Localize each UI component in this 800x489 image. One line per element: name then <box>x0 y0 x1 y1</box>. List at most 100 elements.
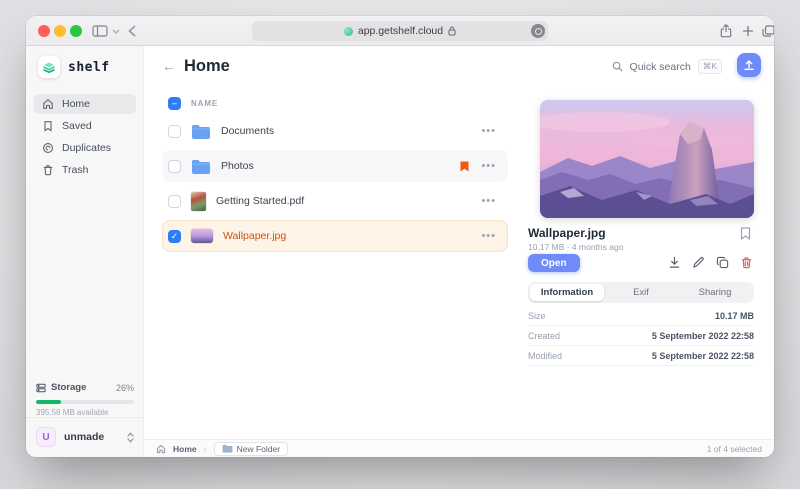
status-bar: Home › New Folder 1 of 4 selected <box>144 439 774 457</box>
edit-icon[interactable] <box>692 256 705 269</box>
info-label: Modified <box>528 350 563 361</box>
user-name: unmade <box>64 431 105 443</box>
storage-label: Storage <box>51 382 87 393</box>
storage-widget: Storage 26% 395.58 MB available <box>36 382 134 417</box>
folder-icon <box>192 159 210 174</box>
sidebar-divider <box>26 417 143 418</box>
row-menu-button[interactable]: ••• <box>481 125 496 137</box>
back-navigation-icon[interactable] <box>128 25 136 37</box>
breadcrumb-new-folder[interactable]: New Folder <box>213 441 289 456</box>
storage-progressbar <box>36 400 134 404</box>
breadcrumb-home[interactable]: Home <box>173 444 197 454</box>
file-row-wallpaper-jpg[interactable]: ✓ Wallpaper.jpg ••• <box>162 220 508 252</box>
delete-icon[interactable] <box>740 256 753 269</box>
info-value: 10.17 MB <box>714 310 754 321</box>
row-menu-button[interactable]: ••• <box>481 195 496 207</box>
search-label: Quick search <box>629 60 691 73</box>
search-icon <box>612 61 623 72</box>
breadcrumb-separator: › <box>203 443 207 454</box>
tab-exif[interactable]: Exif <box>604 284 678 301</box>
address-bar[interactable]: app.getshelf.cloud <box>252 21 548 41</box>
download-icon[interactable] <box>668 256 681 269</box>
new-tab-icon[interactable] <box>742 25 754 37</box>
copy-icon[interactable] <box>716 256 729 269</box>
quick-search-button[interactable]: Quick search ⌘K <box>612 59 722 74</box>
detail-tabs: Information Exif Sharing <box>528 282 754 303</box>
info-row-modified: Modified 5 September 2022 22:58 <box>528 346 754 366</box>
folder-icon <box>222 444 233 453</box>
folder-icon <box>192 124 210 139</box>
upload-icon <box>744 60 754 70</box>
browser-toolbar: app.getshelf.cloud <box>26 16 774 46</box>
row-checkbox[interactable] <box>168 194 181 208</box>
close-window-button[interactable] <box>38 25 50 37</box>
sidebar-item-saved[interactable]: Saved <box>34 116 136 136</box>
sidebar-item-trash[interactable]: Trash <box>34 160 136 180</box>
select-all-checkbox[interactable]: – <box>168 97 181 110</box>
tab-overview-icon[interactable] <box>762 25 774 37</box>
file-name: Photos <box>221 160 254 172</box>
app-logo[interactable]: shelf <box>38 56 110 78</box>
sidebar-item-duplicates[interactable]: Duplicates <box>34 138 136 158</box>
sidebar-toggle-icon[interactable] <box>92 25 108 37</box>
chevron-down-icon[interactable] <box>112 29 120 34</box>
sidebar-item-label: Trash <box>62 164 89 176</box>
zoom-window-button[interactable] <box>70 25 82 37</box>
lock-icon <box>448 26 456 36</box>
shelf-logo-icon <box>38 56 60 78</box>
back-button[interactable]: ← <box>162 58 176 74</box>
home-icon <box>156 444 166 453</box>
bookmarked-icon <box>460 161 469 171</box>
tab-information[interactable]: Information <box>530 284 604 301</box>
url-text: app.getshelf.cloud <box>357 25 444 37</box>
info-value: 5 September 2022 22:58 <box>651 350 754 361</box>
sidebar-item-label: Saved <box>62 120 92 132</box>
info-label: Size <box>528 310 546 321</box>
sidebar-item-home[interactable]: Home <box>34 94 136 114</box>
file-row-photos[interactable]: Photos ••• <box>162 150 508 182</box>
storage-progress-fill <box>36 400 62 404</box>
bookmark-toggle-icon[interactable] <box>740 227 751 240</box>
app-name: shelf <box>68 59 110 75</box>
duplicates-icon <box>42 142 54 154</box>
storage-available: 395.58 MB available <box>36 408 109 417</box>
reader-badge-icon[interactable] <box>531 24 545 38</box>
row-menu-button[interactable]: ••• <box>481 230 496 242</box>
check-mark: ✓ <box>170 230 179 241</box>
new-folder-label: New Folder <box>236 443 281 454</box>
row-menu-button[interactable]: ••• <box>481 160 496 172</box>
info-row-size: Size 10.17 MB <box>528 306 754 326</box>
user-menu[interactable]: U unmade <box>36 424 134 450</box>
storage-icon <box>36 383 46 393</box>
file-row-getting-started-pdf[interactable]: Getting Started.pdf ••• <box>162 185 508 217</box>
bookmark-icon <box>42 120 54 132</box>
file-name: Getting Started.pdf <box>216 195 305 207</box>
sidebar: shelf Home Saved Duplicates Trash Storag… <box>26 46 144 457</box>
detail-file-meta: 10.17 MB · 4 months ago <box>528 242 624 252</box>
sidebar-item-label: Duplicates <box>62 142 112 154</box>
row-checkbox[interactable] <box>168 159 181 173</box>
browser-window: app.getshelf.cloud shelf Home Saved Dupl… <box>26 16 774 457</box>
row-checkbox[interactable] <box>168 124 181 138</box>
info-row-created: Created 5 September 2022 22:58 <box>528 326 754 346</box>
info-value: 5 September 2022 22:58 <box>651 330 754 341</box>
file-row-documents[interactable]: Documents ••• <box>162 115 508 147</box>
site-favicon <box>343 26 353 36</box>
list-header: – NAME <box>168 97 218 110</box>
row-checkbox[interactable]: ✓ <box>168 229 181 243</box>
pdf-thumbnail <box>191 191 206 211</box>
upload-button[interactable] <box>737 53 761 77</box>
file-name: Documents <box>221 125 275 137</box>
user-selector-icon <box>127 431 134 443</box>
storage-percent: 26% <box>115 382 134 393</box>
share-icon[interactable] <box>720 24 732 38</box>
image-thumbnail <box>191 229 213 243</box>
column-header-name: NAME <box>191 99 219 108</box>
detail-file-name: Wallpaper.jpg <box>528 226 606 240</box>
minimize-window-button[interactable] <box>54 25 66 37</box>
image-preview[interactable] <box>540 100 754 218</box>
desktop-background: app.getshelf.cloud shelf Home Saved Dupl… <box>0 0 800 489</box>
tab-sharing[interactable]: Sharing <box>678 284 752 301</box>
open-button[interactable]: Open <box>528 254 580 272</box>
info-label: Created <box>528 330 561 341</box>
